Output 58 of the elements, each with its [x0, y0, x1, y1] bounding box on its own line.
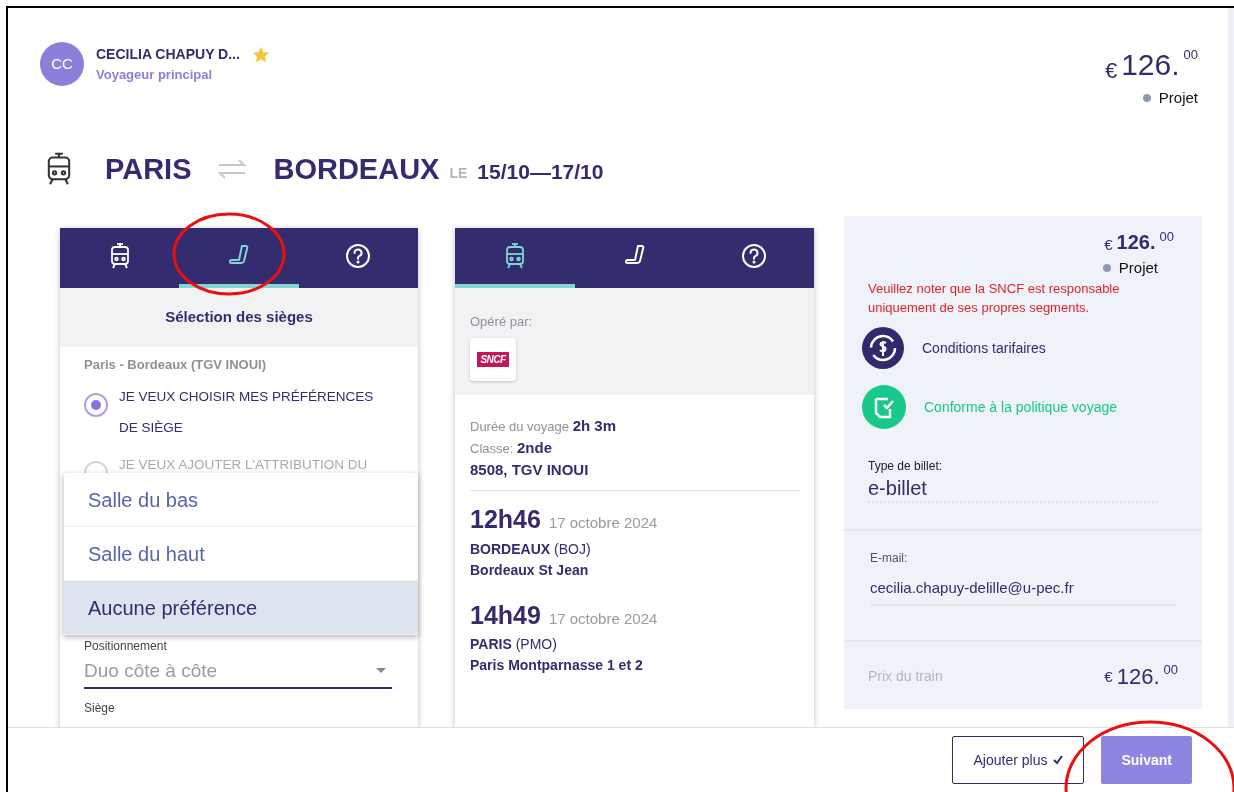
trip-dates: 15/10—17/10 [477, 158, 604, 185]
help-icon [345, 243, 372, 269]
price-cents: 00 [1183, 48, 1198, 61]
price-amount: 126. [1116, 232, 1156, 252]
email-field[interactable]: cecilia.chapuy-delille@u-pec.fr [870, 577, 1176, 606]
notice-text: Veuillez noter que la SNCF est responsable uniquement de ses propres segments. [867, 280, 1121, 317]
price-amount: 126. [1116, 662, 1160, 691]
stop-date: 17 octobre 2024 [548, 608, 658, 629]
currency-symbol: € [1104, 235, 1113, 255]
origin-city: PARIS [105, 151, 192, 187]
price-amount: 126. [1121, 50, 1180, 80]
dropdown-caret-icon [376, 668, 386, 674]
dropdown-option[interactable]: Salle du bas [64, 473, 418, 527]
next-button[interactable]: Suivant [1101, 736, 1192, 784]
currency-symbol: € [1104, 666, 1113, 687]
stop-station: Paris Montparnasse 1 et 2 [470, 656, 644, 675]
currency-symbol: € [1104, 57, 1118, 85]
stop-date: 17 octobre 2024 [548, 513, 658, 533]
status-label: Projet [1118, 257, 1158, 278]
help-icon [741, 243, 768, 269]
field-label: E-mail: [870, 550, 909, 567]
stop-time: 12h46 [470, 504, 541, 535]
train-number: 8508, TGV INOUI [470, 460, 590, 480]
train-icon [108, 242, 131, 270]
destination-city: BORDEAUX [273, 151, 440, 187]
operator-logo: SNCF [470, 337, 516, 381]
add-more-button[interactable]: Ajouter plus [952, 736, 1085, 784]
stop-time: 14h49 [470, 599, 541, 631]
price-cents: 00 [1163, 660, 1178, 679]
checked-document-icon [862, 385, 906, 429]
duration-line: Durée du voyage 2h 3m [470, 416, 617, 436]
ticket-type-value: e-billet [868, 475, 1158, 503]
radio-button[interactable] [84, 392, 108, 417]
train-price-label: Prix du train [868, 666, 943, 686]
field-label: Siège [84, 700, 116, 717]
section-title: Sélection des sièges [165, 307, 313, 328]
stop-station: Bordeaux St Jean [470, 560, 590, 580]
segment-label: Paris - Bordeaux (TGV INOUI) [84, 356, 268, 374]
traveler-name: CECILIA CHAPUY D... [96, 44, 240, 64]
dropdown-option[interactable]: Aucune préférence [64, 581, 418, 635]
stop-city: BORDEAUX (BOJ) [470, 539, 592, 559]
date-prefix: LE [449, 163, 468, 183]
field-label: Type de billet: [867, 458, 944, 475]
operator-label: Opéré par: [470, 313, 534, 331]
radio-label: JE VEUX CHOISIR MES PRÉFÉRENCES DE SIÈGE [119, 387, 375, 437]
traveler-role: Voyageur principal [96, 65, 214, 84]
stop-city: PARIS (PMO) [470, 635, 558, 654]
check-icon [1053, 755, 1064, 765]
fare-conditions-link[interactable]: Conditions tarifaires [862, 327, 1184, 369]
avatar: CC [40, 42, 84, 86]
status-label: Projet [1158, 88, 1198, 108]
field-label: Positionnement [84, 637, 168, 655]
class-line: Classe: 2nde [470, 438, 553, 458]
price-cents: 00 [1159, 230, 1174, 243]
radio-label: JE VEUX AJOUTER L'ATTRIBUTION DU [119, 455, 368, 474]
positioning-select[interactable]: Duo côte à côte [84, 656, 392, 689]
dollar-cycle-icon [862, 327, 904, 369]
train-icon [503, 242, 526, 270]
